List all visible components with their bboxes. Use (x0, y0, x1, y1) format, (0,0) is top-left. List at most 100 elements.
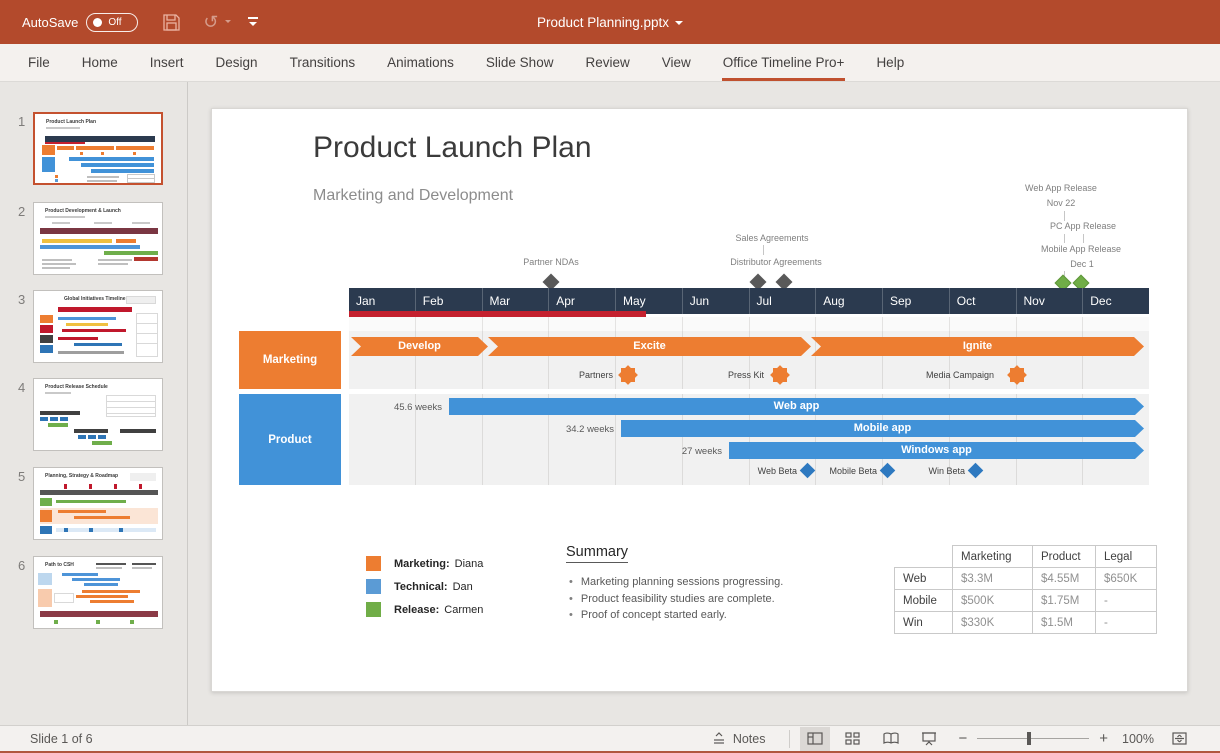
autosave-label: AutoSave (22, 15, 78, 30)
table-row: Mobile $500K $1.75M - (895, 590, 1157, 612)
phase-bar-develop[interactable]: Develop (351, 337, 488, 356)
table-corner-cell (895, 546, 953, 568)
tab-help[interactable]: Help (860, 44, 920, 81)
milestone-connector (763, 245, 764, 255)
phase-bar-ignite[interactable]: Ignite (811, 337, 1144, 356)
event-label-media-campaign: Media Campaign (904, 370, 994, 380)
zoom-level[interactable]: 100% (1122, 732, 1154, 746)
table-cell[interactable]: $1.75M (1033, 590, 1096, 612)
zoom-in-button[interactable]: + (1093, 730, 1114, 747)
tab-office-timeline-pro[interactable]: Office Timeline Pro+ (707, 44, 861, 81)
tab-insert[interactable]: Insert (134, 44, 200, 81)
milestone-label-mobile-app-release[interactable]: Mobile App Release (1041, 244, 1121, 254)
legend-swatch-technical (366, 579, 381, 594)
month-cell: Oct (949, 288, 1016, 314)
table-header-legal[interactable]: Legal (1096, 546, 1157, 568)
task-bar-web-app[interactable]: Web app (449, 398, 1144, 415)
autosave-pill[interactable]: Off (86, 13, 138, 32)
table-cell[interactable]: - (1096, 612, 1157, 634)
reading-view-icon (883, 732, 899, 745)
tab-view[interactable]: View (646, 44, 707, 81)
table-cell[interactable]: - (1096, 590, 1157, 612)
fit-to-window-button[interactable] (1164, 727, 1194, 751)
month-cell: Jul (749, 288, 816, 314)
slideshow-icon (921, 732, 937, 746)
summary-title[interactable]: Summary (566, 544, 628, 563)
legend-row-marketing[interactable]: Marketing: Diana (366, 556, 483, 571)
duration-web-app: 45.6 weeks (372, 402, 442, 413)
table-cell[interactable]: Web (895, 568, 953, 590)
product-lane-label[interactable]: Product (239, 394, 341, 485)
slide-canvas[interactable]: Product Launch Plan Marketing and Develo… (211, 108, 1188, 692)
undo-icon[interactable] (203, 13, 225, 31)
table-row: Web $3.3M $4.55M $650K (895, 568, 1157, 590)
zoom-slider[interactable] (977, 738, 1089, 739)
zoom-out-button[interactable]: − (952, 730, 973, 747)
tab-home[interactable]: Home (66, 44, 134, 81)
slide-thumbnail-2[interactable]: Product Development & Launch (33, 202, 163, 275)
slide-thumbnail-4[interactable]: Product Release Schedule (33, 378, 163, 451)
table-cell[interactable]: $4.55M (1033, 568, 1096, 590)
fit-to-window-icon (1172, 732, 1187, 745)
event-burst-partners[interactable] (621, 368, 635, 382)
month-cell: Aug (815, 288, 882, 314)
legend-row-release[interactable]: Release: Carmen (366, 602, 483, 617)
slide-thumbnail-6[interactable]: Path to CSH (33, 556, 163, 629)
table-cell[interactable]: Win (895, 612, 953, 634)
milestone-label-partner-ndas[interactable]: Partner NDAs (523, 257, 579, 267)
reading-view-button[interactable] (876, 727, 906, 751)
event-burst-media-campaign[interactable] (1010, 368, 1024, 382)
table-cell[interactable]: $330K (953, 612, 1033, 634)
marketing-lane-label[interactable]: Marketing (239, 331, 341, 389)
tab-transitions[interactable]: Transitions (274, 44, 372, 81)
milestone-label-pc-app-release[interactable]: PC App Release (1050, 221, 1116, 231)
slide-number: 3 (18, 292, 25, 307)
autosave-toggle[interactable]: AutoSave Off (22, 13, 138, 32)
task-bar-mobile-app[interactable]: Mobile app (621, 420, 1144, 437)
slide-thumbnail-1[interactable]: Product Launch Plan (33, 112, 163, 185)
event-burst-press-kit[interactable] (773, 368, 787, 382)
month-cell: Nov (1016, 288, 1083, 314)
tab-design[interactable]: Design (200, 44, 274, 81)
milestone-label-sales-agreements[interactable]: Sales Agreements (735, 233, 808, 243)
cost-table[interactable]: Marketing Product Legal Web $3.3M $4.55M… (894, 545, 1157, 634)
tab-review[interactable]: Review (569, 44, 645, 81)
title-dropdown-caret (675, 21, 683, 29)
milestone-label-web-app-release[interactable]: Web App Release (1025, 183, 1097, 193)
normal-view-button[interactable] (800, 727, 830, 751)
slide-title[interactable]: Product Launch Plan (313, 131, 592, 165)
legend-row-technical[interactable]: Technical: Dan (366, 579, 473, 594)
table-header-marketing[interactable]: Marketing (953, 546, 1033, 568)
tab-animations[interactable]: Animations (371, 44, 470, 81)
zoom-slider-handle[interactable] (1027, 732, 1031, 745)
customize-toolbar-icon[interactable] (247, 16, 259, 28)
tab-file[interactable]: File (12, 44, 66, 81)
notes-button[interactable]: Notes (712, 732, 766, 746)
phase-bar-excite[interactable]: Excite (488, 337, 811, 356)
title-bar: AutoSave Off Product Planning.pptx (0, 0, 1220, 44)
slide-thumbnail-3[interactable]: Global Initiatives Timeline (33, 290, 163, 363)
task-bar-windows-app[interactable]: Windows app (729, 442, 1144, 459)
save-icon[interactable] (162, 13, 181, 32)
summary-bullet: Proof of concept started early. (569, 609, 727, 621)
autosave-state: Off (108, 17, 121, 28)
tab-slide-show[interactable]: Slide Show (470, 44, 570, 81)
slideshow-view-button[interactable] (914, 727, 944, 751)
table-cell[interactable]: $500K (953, 590, 1033, 612)
slide-number: 2 (18, 204, 25, 219)
slide-number: 5 (18, 469, 25, 484)
summary-bullet: Marketing planning sessions progressing. (569, 576, 783, 588)
slide-subtitle[interactable]: Marketing and Development (313, 187, 513, 205)
table-cell[interactable]: Mobile (895, 590, 953, 612)
slide-number: 4 (18, 380, 25, 395)
event-label-press-kit: Press Kit (674, 370, 764, 380)
table-cell[interactable]: $3.3M (953, 568, 1033, 590)
table-cell[interactable]: $650K (1096, 568, 1157, 590)
table-header-product[interactable]: Product (1033, 546, 1096, 568)
milestone-label-distributor-agreements[interactable]: Distributor Agreements (730, 257, 822, 267)
slide-indicator[interactable]: Slide 1 of 6 (30, 732, 93, 746)
slide-thumbnail-5[interactable]: Planning, Strategy & Roadmap (33, 467, 163, 540)
month-cell: Jun (682, 288, 749, 314)
slide-sorter-view-button[interactable] (838, 727, 868, 751)
table-cell[interactable]: $1.5M (1033, 612, 1096, 634)
